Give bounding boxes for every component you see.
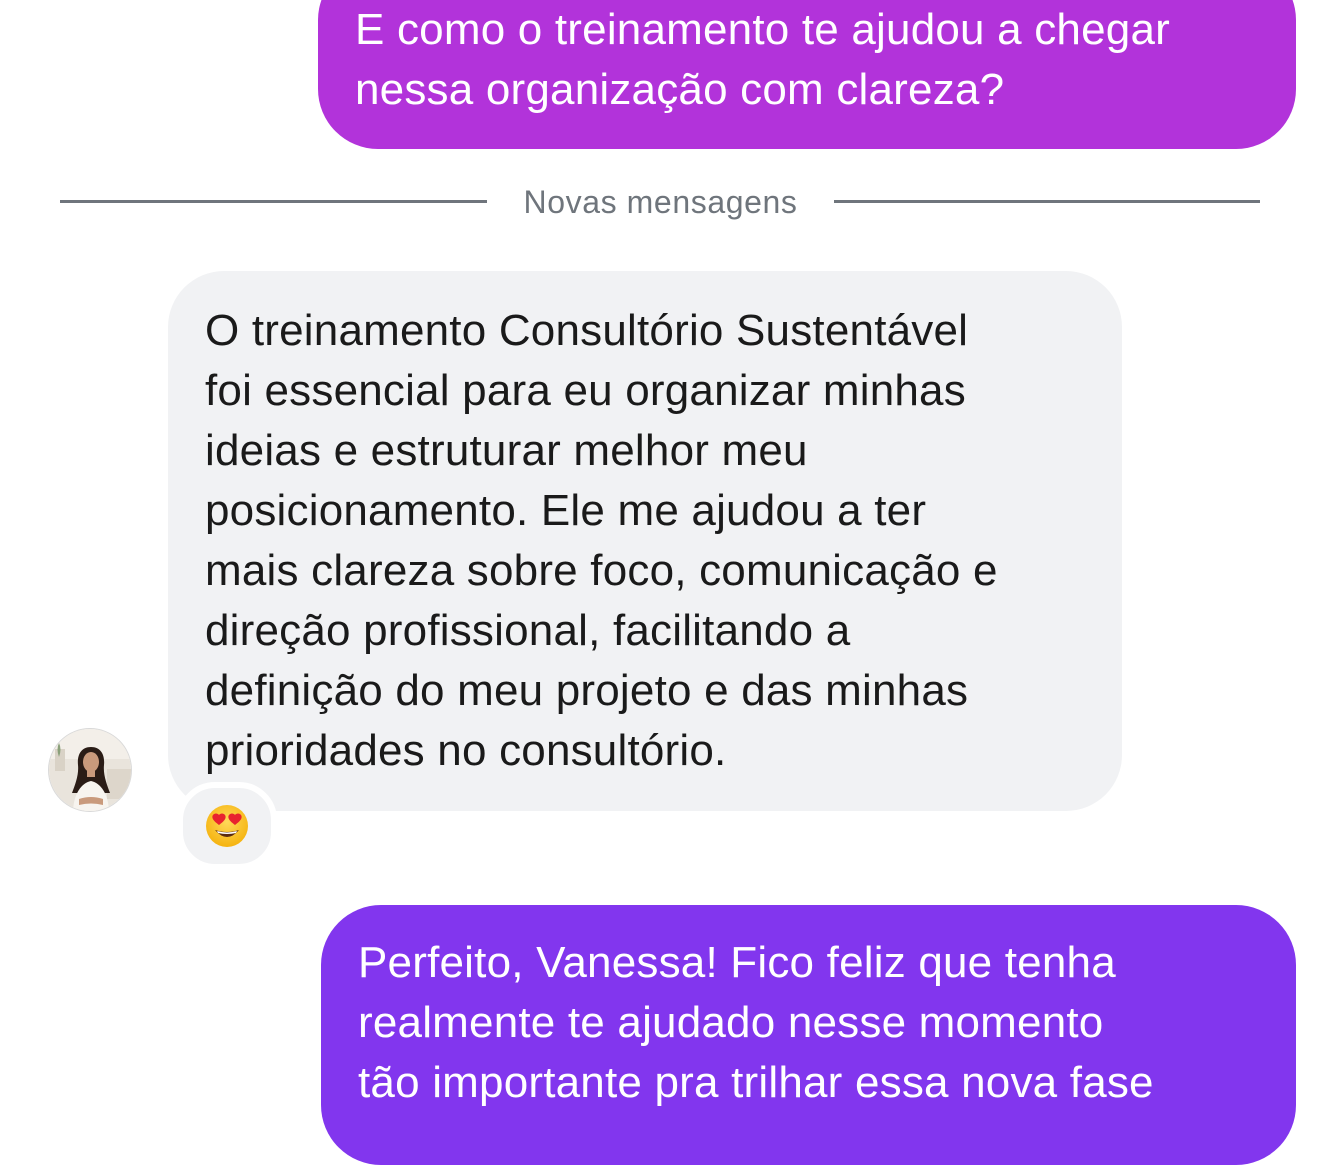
new-messages-divider: Novas mensagens (60, 180, 1260, 224)
new-messages-label: Novas mensagens (523, 184, 798, 220)
incoming-message-bubble[interactable]: O treinamento Consultório Sustentável fo… (168, 271, 1122, 811)
message-text-line: prioridades no consultório. (205, 726, 727, 775)
heart-eyes-emoji-icon (206, 805, 248, 847)
outgoing-message-bubble[interactable]: Perfeito, Vanessa! Fico feliz que tenha … (321, 905, 1296, 1165)
message-text-line: foi essencial para eu organizar minhas (205, 366, 966, 415)
divider-line-left (60, 200, 487, 203)
divider-line-right (834, 200, 1260, 203)
message-text-line: realmente te ajudado nesse momento (358, 998, 1104, 1047)
outgoing-message-bubble[interactable]: E como o treinamento te ajudou a chegar … (318, 0, 1296, 149)
message-text-line: E como o treinamento te ajudou a chegar (355, 5, 1170, 54)
avatar-photo-icon (49, 729, 131, 811)
message-text-line: O treinamento Consultório Sustentável (205, 306, 969, 355)
message-text-line: nessa organização com clareza? (355, 65, 1005, 114)
message-text-line: posicionamento. Ele me ajudou a ter (205, 486, 927, 535)
message-text-line: tão importante pra trilhar essa nova fas… (358, 1058, 1154, 1107)
message-text-line: direção profissional, facilitando a (205, 606, 851, 655)
message-text-line: ideias e estruturar melhor meu (205, 426, 808, 475)
message-text-line: Perfeito, Vanessa! Fico feliz que tenha (358, 938, 1116, 987)
contact-avatar[interactable] (48, 728, 132, 812)
message-text-line: definição do meu projeto e das minhas (205, 666, 969, 715)
message-text-line: mais clareza sobre foco, comunicação e (205, 546, 998, 595)
message-reaction[interactable] (177, 782, 277, 870)
